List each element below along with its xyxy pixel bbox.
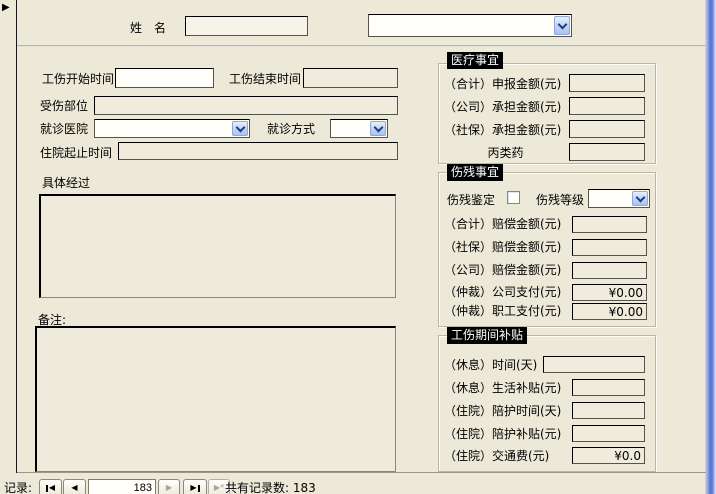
company-borne-amount-input[interactable] <box>569 97 645 115</box>
hospital-combo-value <box>95 120 231 137</box>
injured-part-input[interactable] <box>94 96 398 115</box>
remarks-textarea[interactable] <box>35 326 396 472</box>
hospital-transport-fee-input[interactable] <box>572 447 645 464</box>
dropdown-arrow-icon[interactable] <box>632 191 648 206</box>
injury-start-label: 工伤开始时间 <box>42 72 114 86</box>
disability-assessment-label: 伤残鉴定 <box>447 193 495 207</box>
person-select-combo[interactable] <box>368 14 572 37</box>
social-compensation-label: （社保）赔偿金额(元) <box>444 240 561 254</box>
arbitration-company-pay-label: （仲裁）公司支付(元) <box>444 285 561 299</box>
name-input[interactable] <box>185 16 308 36</box>
hospital-transport-fee-label: （住院）交通费(元) <box>444 449 549 463</box>
window-edge-strip <box>705 0 716 494</box>
hospital-label: 就诊医院 <box>40 122 88 136</box>
first-record-icon <box>46 485 48 492</box>
social-borne-label: （社保）承担金额(元) <box>444 123 561 137</box>
total-declared-amount-input[interactable] <box>569 74 645 92</box>
visit-mode-combo[interactable] <box>330 119 388 138</box>
rest-days-input[interactable] <box>543 356 645 373</box>
record-selector-bar[interactable]: ▶ <box>0 0 17 473</box>
dropdown-arrow-icon[interactable] <box>370 121 386 136</box>
visit-mode-label: 就诊方式 <box>267 122 315 136</box>
arbitration-employee-pay-input[interactable] <box>572 303 647 320</box>
details-label: 具体经过 <box>42 176 90 190</box>
current-record-arrow-icon: ▶ <box>2 2 10 14</box>
rest-living-subsidy-label: （休息）生活补贴(元) <box>444 381 561 395</box>
disability-group-title: 伤残事宜 <box>447 164 503 181</box>
disability-grade-combo[interactable] <box>588 189 650 208</box>
company-compensation-input[interactable] <box>572 262 647 279</box>
prev-record-button[interactable]: ◀ <box>63 479 86 494</box>
social-borne-amount-input[interactable] <box>569 120 645 138</box>
footer-separator <box>17 472 706 473</box>
arbitration-employee-pay-label: （仲裁）职工支付(元) <box>444 304 561 318</box>
visit-mode-combo-value <box>331 120 369 137</box>
current-record-input[interactable] <box>88 479 156 494</box>
details-textarea[interactable] <box>39 194 396 298</box>
hospital-combo[interactable] <box>94 119 250 138</box>
total-records-label: 共有记录数: 183 <box>225 481 316 494</box>
disability-grade-label: 伤残等级 <box>536 193 584 207</box>
total-compensation-label: （合计）赔偿金额(元) <box>444 217 561 231</box>
disability-grade-value <box>589 190 631 207</box>
dropdown-arrow-icon[interactable] <box>232 121 248 136</box>
injury-end-label: 工伤结束时间 <box>229 72 301 86</box>
hospital-stay-input[interactable] <box>118 142 398 160</box>
total-compensation-input[interactable] <box>572 216 647 233</box>
arbitration-company-pay-input[interactable] <box>572 284 647 301</box>
company-compensation-label: （公司）赔偿金额(元) <box>444 263 561 277</box>
next-record-button: ▶ <box>158 479 180 494</box>
name-label: 姓 名 <box>130 21 166 35</box>
last-record-button[interactable]: ▶ <box>183 479 207 494</box>
class-c-drug-label: 丙类药 <box>444 146 567 160</box>
disability-assessment-checkbox[interactable] <box>507 191 520 204</box>
first-record-button[interactable]: ◀ <box>39 479 62 494</box>
injured-part-label: 受伤部位 <box>40 99 88 113</box>
medical-group-title: 医疗事宜 <box>447 52 503 69</box>
hospital-care-subsidy-input[interactable] <box>572 425 645 442</box>
hospital-care-subsidy-label: （住院）陪护补贴(元) <box>444 427 561 441</box>
remarks-label: 备注: <box>38 313 66 327</box>
injury-end-date-input[interactable] <box>303 68 398 88</box>
last-record-icon: ▶ <box>190 484 196 492</box>
record-label: 记录: <box>4 481 32 494</box>
rest-living-subsidy-input[interactable] <box>572 379 645 396</box>
social-compensation-input[interactable] <box>572 239 647 256</box>
dropdown-arrow-icon[interactable] <box>554 16 570 35</box>
prev-record-icon: ◀ <box>71 484 77 492</box>
class-c-drug-input[interactable] <box>569 143 645 161</box>
new-record-icon: ▶* <box>214 484 224 492</box>
hospital-care-days-label: （住院）陪护时间(天) <box>444 404 561 418</box>
header-separator <box>17 45 706 47</box>
work-injury-form: ▶ 姓 名 工伤开始时间 工伤结束时间 受伤部位 就诊医院 就诊方式 住院起止时… <box>0 0 716 494</box>
rest-days-label: （休息）时间(天) <box>444 358 537 372</box>
hospital-stay-label: 住院起止时间 <box>40 146 112 160</box>
person-select-value <box>369 15 553 36</box>
hospital-care-days-input[interactable] <box>572 402 645 419</box>
subsidy-group-title: 工伤期间补贴 <box>447 327 527 344</box>
company-borne-label: （公司）承担金额(元) <box>444 100 561 114</box>
declared-amount-label: （合计）申报金额(元) <box>444 77 561 91</box>
next-record-icon: ▶ <box>166 484 172 492</box>
injury-start-date-input[interactable] <box>115 68 214 88</box>
